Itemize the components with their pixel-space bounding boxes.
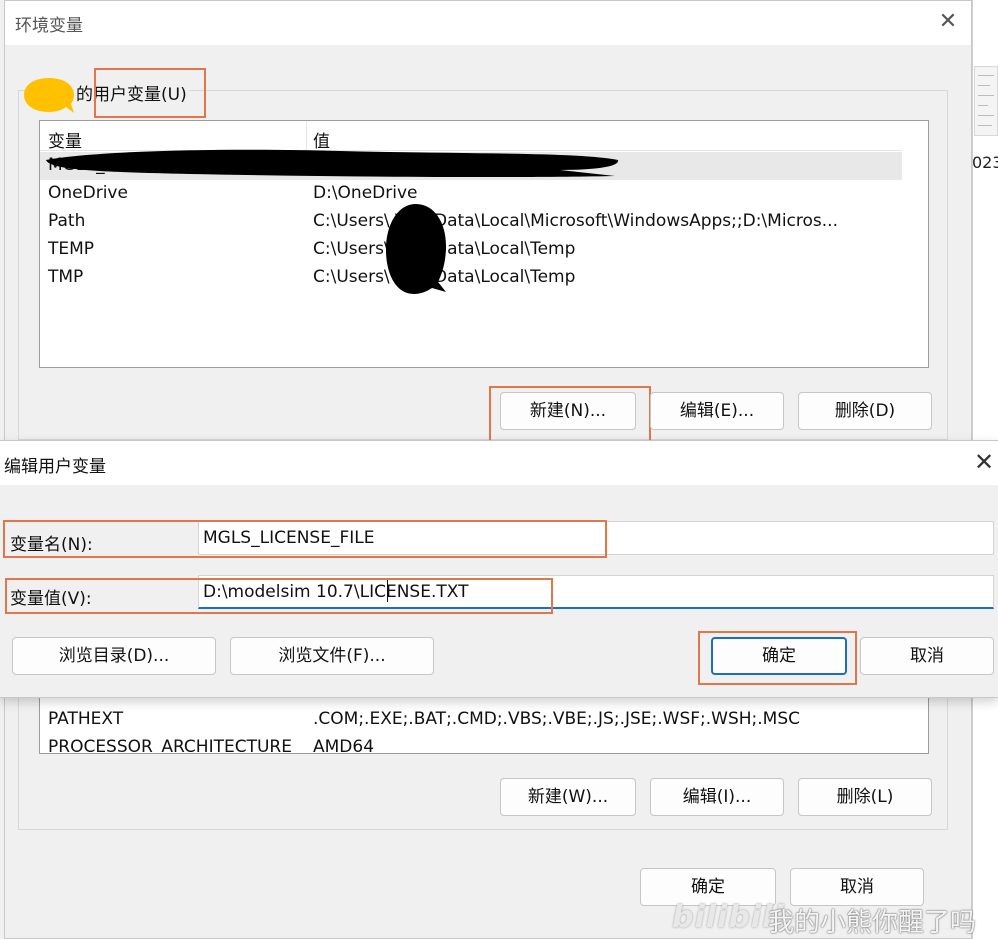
column-separator[interactable] — [306, 121, 307, 151]
close-icon[interactable]: ✕ — [933, 7, 963, 37]
title-bar: 环境变量 ✕ — [5, 1, 971, 45]
highlight-ok-button — [698, 631, 857, 685]
variable-value: AMD64 — [313, 737, 375, 754]
variable-name: TEMP — [48, 239, 95, 259]
redaction-blob — [386, 204, 446, 294]
variable-name: PATHEXT — [48, 709, 124, 729]
background-thumbnail — [974, 66, 998, 136]
table-row[interactable]: PROCESSOR_ARCHITECTURE AMD64 — [40, 734, 902, 754]
list-scrollbar[interactable] — [902, 121, 928, 367]
delete-system-variable-button[interactable]: 删除(L) — [798, 778, 932, 816]
highlight-name-field — [3, 520, 607, 558]
variable-name: OneDrive — [48, 183, 128, 203]
variable-value: .COM;.EXE;.BAT;.CMD;.VBS;.VBE;.JS;.JSE;.… — [313, 709, 801, 729]
dialog-cancel-button[interactable]: 取消 — [860, 637, 994, 675]
delete-user-variable-button[interactable]: 删除(D) — [798, 392, 932, 430]
dialog-title-bar: 编辑用户变量 ✕ — [0, 441, 998, 485]
table-row[interactable]: PATHEXT .COM;.EXE;.BAT;.CMD;.VBS;.VBE;.J… — [40, 706, 902, 734]
variable-name: Path — [48, 211, 86, 231]
highlight-new-button — [489, 386, 651, 442]
browse-directory-button[interactable]: 浏览目录(D)... — [12, 637, 216, 675]
variable-name: PROCESSOR_ARCHITECTURE — [48, 737, 292, 754]
close-icon[interactable]: ✕ — [974, 447, 998, 477]
table-row[interactable]: TMP C:\Users\ \AppData\Local\Temp — [40, 264, 902, 292]
watermark: bilibili 我的小熊你醒了吗 — [672, 898, 998, 939]
watermark-text: 我的小熊你醒了吗 — [768, 908, 977, 938]
new-system-variable-button[interactable]: 新建(W)... — [500, 778, 636, 816]
background-text: 023 — [972, 153, 998, 172]
window-title: 环境变量 — [15, 16, 83, 36]
edit-user-variable-button[interactable]: 编辑(E)... — [650, 392, 784, 430]
table-row[interactable]: OneDrive D:\OneDrive — [40, 180, 902, 208]
redaction-bubble — [24, 78, 74, 113]
list-header: 变量 值 — [40, 121, 902, 152]
browse-file-button[interactable]: 浏览文件(F)... — [230, 637, 434, 675]
edit-system-variable-button[interactable]: 编辑(I)... — [650, 778, 784, 816]
table-row[interactable]: Path C:\Users\ \AppData\Local\Microsoft\… — [40, 208, 902, 236]
table-row[interactable]: TEMP C:\Users\ \AppData\Local\Temp — [40, 236, 902, 264]
highlight-value-field — [5, 578, 553, 614]
highlight-user-label — [94, 68, 206, 118]
variable-name: TMP — [48, 267, 84, 287]
redaction-bar — [46, 149, 619, 178]
dialog-title: 编辑用户变量 — [4, 457, 106, 477]
